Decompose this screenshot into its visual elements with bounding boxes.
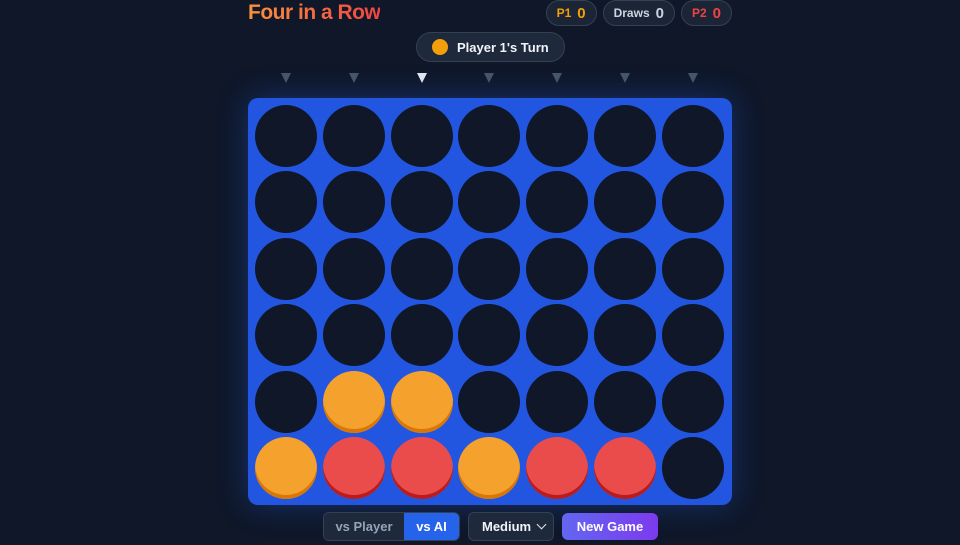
score-draws-value: 0 <box>655 4 664 22</box>
vs-ai-button[interactable]: vs AI <box>404 513 459 540</box>
current-player-disc-icon <box>432 39 448 55</box>
drop-arrow-col-4[interactable] <box>484 73 495 83</box>
empty-slot[interactable] <box>661 370 724 433</box>
empty-slot[interactable] <box>594 171 656 234</box>
column-drop-arrows <box>252 73 728 85</box>
empty-slot[interactable] <box>661 437 724 499</box>
empty-slot[interactable] <box>322 304 385 367</box>
empty-slot[interactable] <box>390 237 453 300</box>
disc-player-1[interactable] <box>458 437 521 499</box>
empty-slot[interactable] <box>255 304 317 367</box>
empty-slot[interactable] <box>390 105 453 167</box>
empty-slot[interactable] <box>661 304 724 367</box>
empty-slot[interactable] <box>526 105 589 167</box>
drop-arrow-col-2[interactable] <box>348 73 359 83</box>
empty-slot[interactable] <box>594 304 656 367</box>
scoreboard: P1 0 Draws 0 P2 0 <box>545 0 732 26</box>
empty-slot[interactable] <box>458 304 521 367</box>
empty-slot[interactable] <box>458 171 521 234</box>
empty-slot[interactable] <box>458 105 521 167</box>
difficulty-value: Medium <box>482 519 532 534</box>
score-draws-label: Draws <box>613 6 650 20</box>
score-draws: Draws 0 <box>602 0 675 26</box>
empty-slot[interactable] <box>661 171 724 234</box>
empty-slot[interactable] <box>255 370 317 433</box>
empty-slot[interactable] <box>255 105 317 167</box>
difficulty-select[interactable]: Medium <box>468 512 554 541</box>
disc-player-2[interactable] <box>526 437 589 499</box>
game-board <box>248 98 732 505</box>
empty-slot[interactable] <box>322 171 385 234</box>
empty-slot[interactable] <box>255 171 317 234</box>
disc-player-2[interactable] <box>594 437 656 499</box>
empty-slot[interactable] <box>458 370 521 433</box>
vs-player-button[interactable]: vs Player <box>324 513 404 540</box>
empty-slot[interactable] <box>458 237 521 300</box>
empty-slot[interactable] <box>390 171 453 234</box>
score-p1-label: P1 <box>556 6 572 20</box>
turn-indicator: Player 1's Turn <box>416 32 565 62</box>
empty-slot[interactable] <box>526 304 589 367</box>
mode-toggle: vs Player vs AI <box>323 512 460 541</box>
empty-slot[interactable] <box>594 237 656 300</box>
turn-text: Player 1's Turn <box>457 39 549 55</box>
score-p2: P2 0 <box>680 0 732 26</box>
empty-slot[interactable] <box>594 105 656 167</box>
chevron-down-icon <box>536 519 547 530</box>
disc-player-1[interactable] <box>255 437 317 499</box>
disc-player-2[interactable] <box>322 437 385 499</box>
disc-player-2[interactable] <box>390 437 453 499</box>
empty-slot[interactable] <box>322 237 385 300</box>
drop-arrow-col-7[interactable] <box>687 73 698 83</box>
score-p2-value: 0 <box>712 4 721 22</box>
disc-player-1[interactable] <box>390 370 453 433</box>
game-controls: vs Player vs AI Medium New Game <box>323 512 658 541</box>
drop-arrow-col-6[interactable] <box>620 73 630 83</box>
game-title: Four in a Row <box>248 1 381 24</box>
empty-slot[interactable] <box>661 237 724 300</box>
drop-arrow-col-3[interactable] <box>416 73 427 83</box>
empty-slot[interactable] <box>322 105 385 167</box>
empty-slot[interactable] <box>526 171 589 234</box>
empty-slot[interactable] <box>661 105 724 167</box>
empty-slot[interactable] <box>594 370 656 433</box>
drop-arrow-col-1[interactable] <box>281 73 291 83</box>
drop-arrow-col-5[interactable] <box>552 73 563 83</box>
empty-slot[interactable] <box>526 370 589 433</box>
empty-slot[interactable] <box>526 237 589 300</box>
empty-slot[interactable] <box>255 237 317 300</box>
score-p1-value: 0 <box>577 4 586 22</box>
empty-slot[interactable] <box>390 304 453 367</box>
disc-player-1[interactable] <box>322 370 385 433</box>
score-p2-label: P2 <box>691 6 707 20</box>
score-p1: P1 0 <box>545 0 597 26</box>
new-game-button[interactable]: New Game <box>562 513 658 540</box>
